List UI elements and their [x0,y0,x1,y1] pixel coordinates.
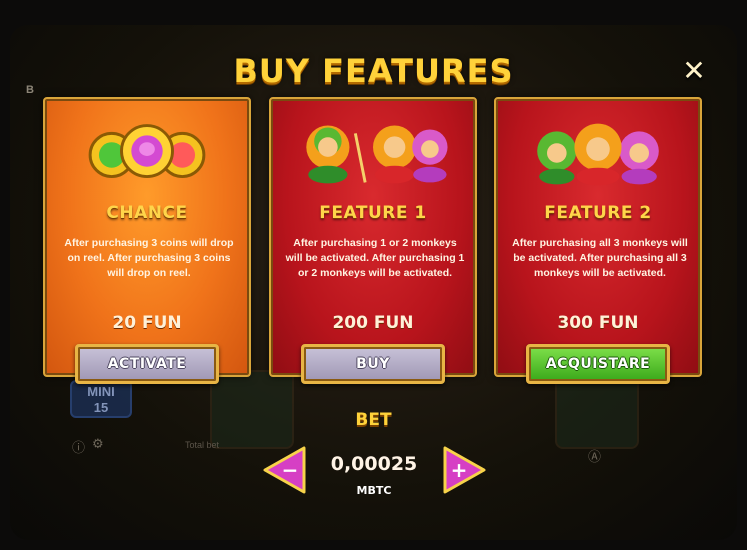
coins-icon [88,124,206,179]
card-description: After purchasing 3 coins will drop on re… [64,237,234,279]
gear-icon: ⚙ [92,437,104,452]
autoplay-icon: Ⓐ [588,450,602,465]
feature-card-feature-1: FEATURE 1 After purchasing 1 or 2 monkey… [269,97,477,377]
monkeys-trio-icon [537,123,659,186]
card-price: 20 FUN [112,313,182,333]
card-description: After purchasing 1 or 2 monkeys will be … [285,237,465,279]
card-description: After purchasing all 3 monkeys will be a… [512,237,688,279]
card-price: 300 FUN [557,313,639,333]
card-title: FEATURE 2 [544,203,652,223]
feature-card-chance: CHANCE After purchasing 3 coins will dro… [43,97,251,377]
monkeys-pair-icon [306,125,448,184]
acquistare-button[interactable]: ACQUISTARE [526,344,670,384]
decrease-symbol: − [282,458,299,482]
left-arrow-icon: − [263,446,306,494]
card-title: FEATURE 1 [319,203,427,223]
popup-title: BUY FEATURES [233,52,514,90]
increase-symbol: + [451,458,468,482]
bet-unit: MBTC [356,484,392,497]
feature-card-feature-2: FEATURE 2 After purchasing all 3 monkeys… [494,97,702,377]
bet-label: BET [355,410,392,430]
card-title: CHANCE [106,203,188,223]
card-price: 200 FUN [332,313,414,333]
background-total-bet-label: Total bet [185,440,220,450]
buy-button[interactable]: BUY [301,344,445,384]
info-icon: ⓘ [72,441,86,456]
right-arrow-icon: + [443,446,486,494]
bet-increase-button[interactable]: + [443,445,487,495]
bet-decrease-button[interactable]: − [262,445,306,495]
bet-value: 0,00025 [330,453,418,475]
activate-button[interactable]: ACTIVATE [75,344,219,384]
close-button[interactable]: ✕ [680,57,708,85]
mini-badge-label: MINI [87,384,115,399]
